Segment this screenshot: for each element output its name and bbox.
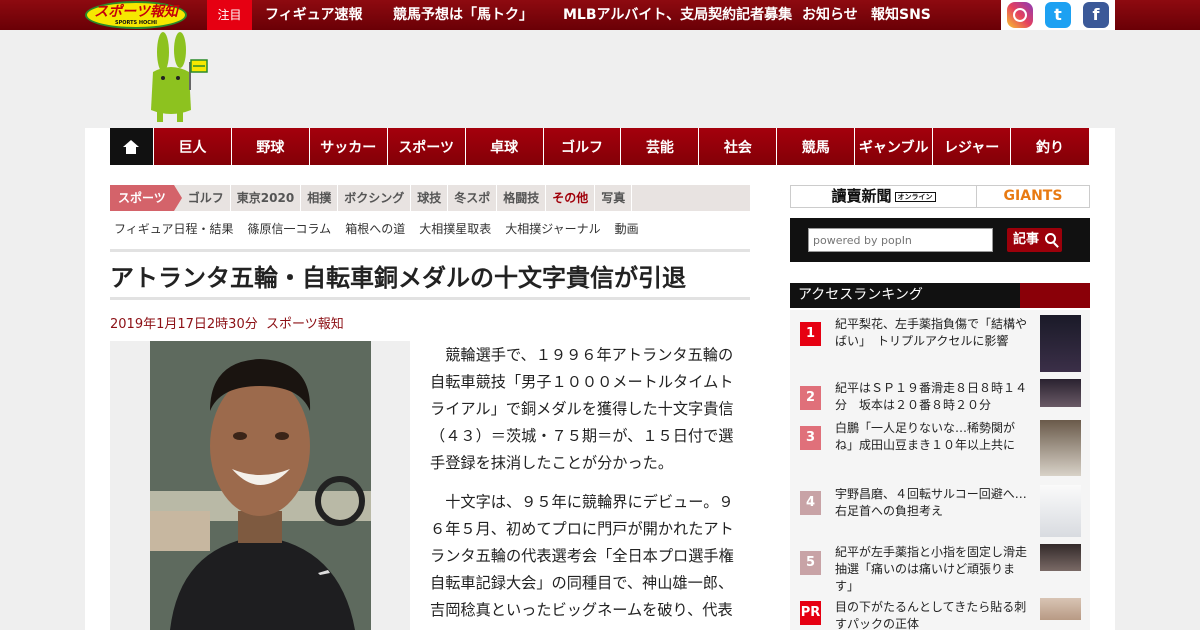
nav-item-baseball[interactable]: 野球 — [231, 128, 310, 165]
nav-item-sports[interactable]: スポーツ — [387, 128, 466, 165]
nav-item-entertainment[interactable]: 芸能 — [621, 128, 700, 165]
rank-number: 4 — [800, 491, 821, 515]
nav-item-keiba[interactable]: 競馬 — [777, 128, 856, 165]
main-nav: 巨人 野球 サッカー スポーツ 卓球 ゴルフ 芸能 社会 競馬 ギャンブル レジ… — [110, 128, 1090, 165]
facebook-icon[interactable]: f — [1083, 2, 1109, 28]
yomiuri-banner[interactable]: 讀賣新聞 オンライン — [791, 186, 977, 207]
subnav-other[interactable]: その他 — [546, 185, 596, 211]
headline-rule-bottom — [110, 297, 750, 300]
subnav-golf[interactable]: ゴルフ — [182, 185, 231, 211]
sub-nav: スポーツ ゴルフ 東京2020 相撲 ボクシング 球技 冬スポ 格闘技 その他 … — [110, 185, 750, 211]
subnav-ballgames[interactable]: 球技 — [411, 185, 449, 211]
article-body: 競輪選手で、１９９６年アトランタ五輪の自転車競技「男子１０００メートルタイムトラ… — [430, 342, 748, 630]
rank-number: 5 — [800, 551, 821, 575]
mascot-image — [151, 32, 208, 122]
subnav-photo[interactable]: 写真 — [595, 185, 633, 211]
nav-item-table-tennis[interactable]: 卓球 — [465, 128, 544, 165]
article-date: 2019年1月17日2時30分 — [110, 317, 258, 332]
rank-number: 1 — [800, 322, 821, 346]
article-paragraph: 十文字は、９５年に競輪界にデビュー。９６年５月、初めてプロに門戸が開かれたアトラ… — [430, 493, 734, 619]
nav-item-leisure[interactable]: レジャー — [933, 128, 1012, 165]
article-title: アトランタ五輪・自転車銅メダルの十文字貴信が引退 — [110, 264, 686, 292]
giants-banner[interactable]: GIANTS — [977, 186, 1089, 207]
ranking-item-4[interactable]: 4 宇野昌磨、４回転サルコー回避へ…右足首への負担考え — [790, 482, 1090, 542]
subsub-hakone[interactable]: 箱根への道 — [345, 220, 405, 237]
subsub-shinohara-column[interactable]: 篠原信一コラム — [248, 220, 332, 237]
ranking-header: アクセスランキング — [790, 283, 1090, 308]
site-logo[interactable]: スポーツ報知 SPORTS HOCHI — [85, 1, 187, 29]
rank-thumbnail[interactable] — [1040, 315, 1081, 372]
top-link-keiba[interactable]: 競馬予想は「馬トク」 — [393, 0, 533, 30]
nav-item-soccer[interactable]: サッカー — [309, 128, 388, 165]
subnav-boxing[interactable]: ボクシング — [338, 185, 412, 211]
nav-home[interactable] — [110, 128, 154, 165]
rank-thumbnail[interactable] — [1040, 420, 1081, 476]
subsub-sumo-table[interactable]: 大相撲星取表 — [419, 220, 491, 237]
article-dateline: 2019年1月17日2時30分 スポーツ報知 — [110, 313, 344, 332]
rank-number: 2 — [800, 386, 821, 410]
search-button[interactable]: 記事 — [1007, 228, 1062, 252]
search-input[interactable] — [808, 228, 993, 252]
rank-title[interactable]: 紀平はＳＰ１９番滑走８日８時１４分 坂本は２０番８時２０分 — [835, 380, 1030, 414]
sub-sub-nav: フィギュア日程・結果 篠原信一コラム 箱根への道 大相撲星取表 大相撲ジャーナル… — [114, 220, 639, 237]
subsub-figure-schedule[interactable]: フィギュア日程・結果 — [114, 220, 234, 237]
ranking-item-1[interactable]: 1 紀平梨花、左手薬指負傷で「結構やばい」 トリプルアクセルに影響 — [790, 310, 1090, 376]
subnav-tokyo2020[interactable]: 東京2020 — [231, 185, 302, 211]
featured-label: 注目 — [207, 0, 252, 30]
rank-title[interactable]: 紀平が左手薬指と小指を固定し滑走抽選「痛いのは痛いけど頑張ります」 — [835, 544, 1030, 595]
rank-thumbnail[interactable] — [1040, 598, 1081, 620]
top-link-recruit[interactable]: MLBアルバイト、支局契約記者募集 — [563, 0, 792, 30]
article-photo[interactable] — [150, 341, 371, 630]
rank-number: PR — [800, 601, 821, 625]
nav-item-giants[interactable]: 巨人 — [153, 128, 232, 165]
top-bar: スポーツ報知 SPORTS HOCHI 注目 フィギュア速報 競馬予想は「馬トク」… — [0, 0, 1200, 30]
ranking-header-accent — [1020, 283, 1090, 308]
search-box: 記事 — [790, 218, 1090, 262]
nav-item-fishing[interactable]: 釣り — [1011, 128, 1090, 165]
ranking-item-2[interactable]: 2 紀平はＳＰ１９番滑走８日８時１４分 坂本は２０番８時２０分 — [790, 376, 1090, 416]
subnav-sports[interactable]: スポーツ — [110, 185, 182, 211]
subnav-martial[interactable]: 格闘技 — [497, 185, 547, 211]
headline-rule-top — [110, 249, 750, 252]
subsub-sumo-journal[interactable]: 大相撲ジャーナル — [505, 220, 600, 237]
rank-thumbnail[interactable] — [1040, 485, 1081, 537]
instagram-icon[interactable] — [1007, 2, 1033, 28]
nav-item-gamble[interactable]: ギャンブル — [855, 128, 934, 165]
subnav-sumo[interactable]: 相撲 — [301, 185, 339, 211]
top-link-sns[interactable]: 報知SNS — [871, 0, 931, 30]
ranking-item-pr[interactable]: PR 目の下がたるんとしてきたら貼る刺すパックの正体 — [790, 597, 1090, 630]
ranking-item-3[interactable]: 3 白鵬「一人足りないな…稀勢関がね」成田山豆まき１０年以上共に — [790, 416, 1090, 482]
rank-thumbnail[interactable] — [1040, 379, 1081, 407]
rank-title[interactable]: 紀平梨花、左手薬指負傷で「結構やばい」 トリプルアクセルに影響 — [835, 316, 1030, 350]
nav-item-society[interactable]: 社会 — [699, 128, 778, 165]
rank-title[interactable]: 白鵬「一人足りないな…稀勢関がね」成田山豆まき１０年以上共に — [835, 420, 1030, 454]
search-icon — [1045, 233, 1056, 244]
home-icon — [123, 139, 140, 154]
article-paragraph: 競輪選手で、１９９６年アトランタ五輪の自転車競技「男子１０００メートルタイムトラ… — [430, 346, 734, 472]
rank-number: 3 — [800, 426, 821, 450]
top-link-figure[interactable]: フィギュア速報 — [265, 0, 362, 30]
rank-title[interactable]: 宇野昌磨、４回転サルコー回避へ…右足首への負担考え — [835, 486, 1030, 520]
social-links: t f — [1001, 0, 1115, 30]
rank-thumbnail[interactable] — [1040, 544, 1081, 571]
article-source[interactable]: スポーツ報知 — [266, 317, 344, 332]
twitter-icon[interactable]: t — [1045, 2, 1071, 28]
ranking-item-5[interactable]: 5 紀平が左手薬指と小指を固定し滑走抽選「痛いのは痛いけど頑張ります」 — [790, 542, 1090, 597]
ranking-title: アクセスランキング — [798, 287, 923, 303]
top-link-notice[interactable]: お知らせ — [802, 0, 858, 30]
subsub-video[interactable]: 動画 — [615, 220, 639, 237]
partner-banner[interactable]: 讀賣新聞 オンライン GIANTS — [790, 185, 1090, 208]
rank-title[interactable]: 目の下がたるんとしてきたら貼る刺すパックの正体 — [835, 599, 1030, 630]
nav-item-golf[interactable]: ゴルフ — [543, 128, 622, 165]
subnav-winter[interactable]: 冬スポ — [448, 185, 498, 211]
